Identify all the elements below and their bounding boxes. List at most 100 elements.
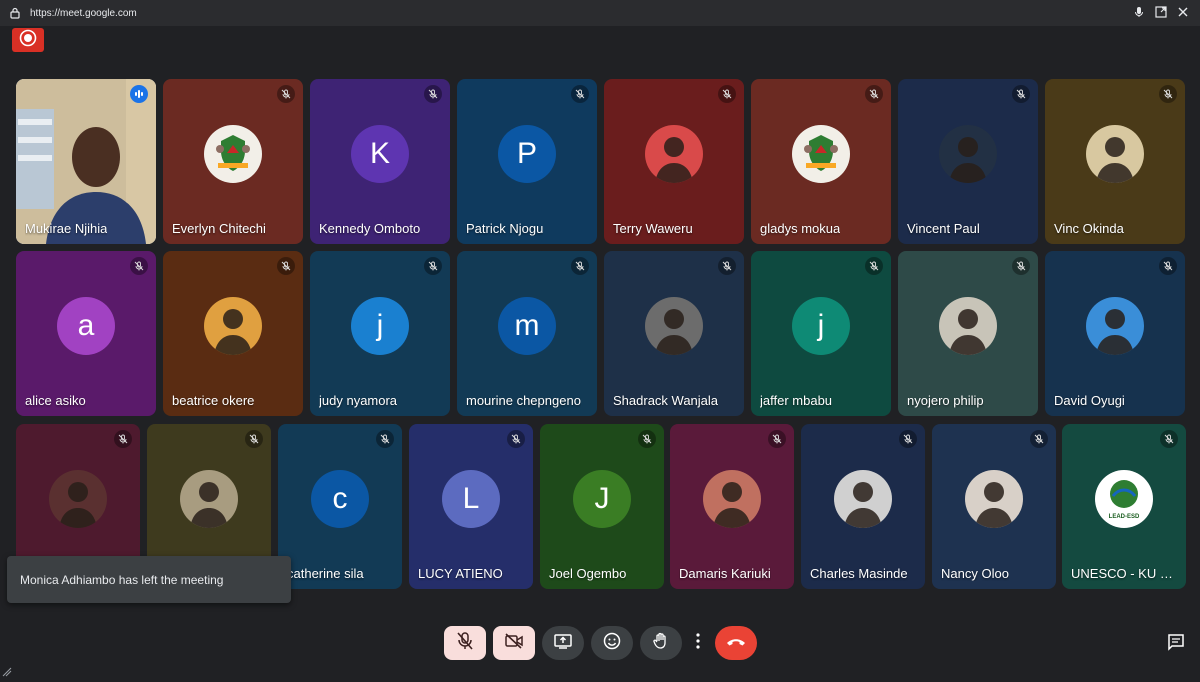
participant-name: Nancy Oloo [941, 566, 1009, 581]
participant-tile-catherine-sila[interactable]: c catherine sila [278, 424, 402, 589]
open-in-window-icon[interactable] [1154, 5, 1168, 19]
participant-tile-everlyn-chitechi[interactable]: Everlyn Chitechi [163, 79, 303, 244]
emoji-button[interactable] [591, 626, 633, 660]
participant-tile-vinc-okinda[interactable]: Vinc Okinda [1045, 79, 1185, 244]
participant-avatar: a [57, 296, 115, 355]
mic-off-icon [457, 631, 473, 655]
participant-name: Everlyn Chitechi [172, 221, 266, 236]
recording-button[interactable] [12, 28, 44, 52]
participant-tile-unesco-ku-lead-esd[interactable]: LEAD-ESD UNESCO - KU LEAD-ESD [1062, 424, 1186, 589]
chat-icon [1167, 633, 1185, 656]
participant-name: Terry Waweru [613, 221, 693, 236]
participant-name: Vincent Paul [907, 221, 980, 236]
muted-mic-icon [277, 257, 295, 275]
muted-mic-icon [718, 85, 736, 103]
present-button[interactable] [542, 626, 584, 660]
audio-level-icon [130, 85, 148, 103]
participant-name: alice asiko [25, 393, 86, 408]
participant-tile-beatrice-okere[interactable]: beatrice okere [163, 251, 303, 416]
muted-mic-icon [571, 257, 589, 275]
url-text: https://meet.google.com [30, 7, 137, 19]
muted-mic-icon [424, 85, 442, 103]
end-call-icon [726, 634, 746, 652]
participant-name: Vinc Okinda [1054, 221, 1124, 236]
participant-tile-lucy-atieno[interactable]: L LUCY ATIENO [409, 424, 533, 589]
participant-tile-nyojero-philip[interactable]: nyojero philip [898, 251, 1038, 416]
participant-photo [1086, 124, 1144, 183]
muted-mic-icon [1159, 257, 1177, 275]
participant-name: Damaris Kariuki [679, 566, 771, 581]
participant-tile-joel-ogembo[interactable]: J Joel Ogembo [540, 424, 664, 589]
mic-toggle-button[interactable] [444, 626, 486, 660]
participant-name: Mukirae Njihia [25, 221, 108, 236]
muted-mic-icon [114, 430, 132, 448]
participant-tile-shadrack-wanjala[interactable]: Shadrack Wanjala [604, 251, 744, 416]
lock-icon [10, 6, 22, 20]
raise-hand-button[interactable] [640, 626, 682, 660]
muted-mic-icon [1012, 85, 1030, 103]
camera-toggle-button[interactable] [493, 626, 535, 660]
participant-avatar: m [498, 296, 556, 355]
participant-tile-vincent-paul[interactable]: Vincent Paul [898, 79, 1038, 244]
participant-tile-terry-waweru[interactable]: Terry Waweru [604, 79, 744, 244]
participant-name: Joel Ogembo [549, 566, 627, 581]
participant-name: Patrick Njogu [466, 221, 544, 236]
participant-tile-judy-nyamora[interactable]: j judy nyamora [310, 251, 450, 416]
participant-photo [1086, 296, 1144, 355]
muted-mic-icon [865, 257, 883, 275]
muted-mic-icon [1012, 257, 1030, 275]
participant-name: judy nyamora [319, 393, 398, 408]
participant-tile-charles-masinde[interactable]: Charles Masinde [801, 424, 925, 589]
participant-tile-alice-asiko[interactable]: a alice asiko [16, 251, 156, 416]
leave-call-button[interactable] [715, 626, 757, 660]
participant-tile-david-oyugi[interactable]: David Oyugi [1045, 251, 1185, 416]
emoji-icon [603, 632, 621, 655]
participant-photo [834, 469, 892, 528]
participant-avatar: L [442, 469, 500, 528]
mic-indicator-icon[interactable] [1132, 5, 1146, 19]
participant-photo [939, 296, 997, 355]
muted-mic-icon [865, 85, 883, 103]
present-icon [554, 633, 572, 654]
participant-tile-patrick-njogu[interactable]: P Patrick Njogu [457, 79, 597, 244]
crest-icon [792, 124, 850, 183]
resize-corner-icon [2, 664, 12, 677]
participant-photo [645, 296, 703, 355]
crest-icon [204, 124, 262, 183]
participant-tile-gladys-mokua[interactable]: gladys mokua [751, 79, 891, 244]
notification-toast: Monica Adhiambo has left the meeting [7, 556, 291, 603]
participant-tile-kennedy-omboto[interactable]: K Kennedy Omboto [310, 79, 450, 244]
muted-mic-icon [1030, 430, 1048, 448]
participant-name: Shadrack Wanjala [613, 393, 719, 408]
participant-tile-damaris-kariuki[interactable]: Damaris Kariuki [670, 424, 794, 589]
participant-photo [965, 469, 1023, 528]
muted-mic-icon [899, 430, 917, 448]
participant-avatar: P [498, 124, 556, 183]
participant-name: catherine sila [287, 566, 364, 581]
participant-tile-nancy-oloo[interactable]: Nancy Oloo [932, 424, 1056, 589]
participant-tile-mourine-chepngeno[interactable]: m mourine chepngeno [457, 251, 597, 416]
participant-avatar: j [351, 296, 409, 355]
participant-avatar: J [573, 469, 631, 528]
participant-name: David Oyugi [1054, 393, 1125, 408]
participant-name: LUCY ATIENO [418, 566, 503, 581]
muted-mic-icon [424, 257, 442, 275]
chat-button[interactable] [1166, 633, 1186, 656]
muted-mic-icon [1160, 430, 1178, 448]
participant-name: Charles Masinde [810, 566, 908, 581]
participant-name: gladys mokua [760, 221, 841, 236]
logo-text: LEAD-ESD [1108, 513, 1140, 520]
participant-name: beatrice okere [172, 393, 255, 408]
window-close-icon[interactable] [1176, 5, 1190, 19]
toast-message: Monica Adhiambo has left the meeting [20, 572, 224, 587]
browser-bar: https://meet.google.com [0, 0, 1200, 26]
more-options-button[interactable] [690, 626, 706, 660]
participant-tile-jaffer-mbabu[interactable]: j jaffer mbabu [751, 251, 891, 416]
participant-tile-mukirae-njihia[interactable]: Mukirae Njihia [16, 79, 156, 244]
muted-mic-icon [277, 85, 295, 103]
participant-name: jaffer mbabu [760, 393, 833, 408]
muted-mic-icon [1159, 85, 1177, 103]
participant-photo [204, 296, 262, 355]
more-icon [696, 632, 700, 654]
participant-name: mourine chepngeno [466, 393, 581, 408]
